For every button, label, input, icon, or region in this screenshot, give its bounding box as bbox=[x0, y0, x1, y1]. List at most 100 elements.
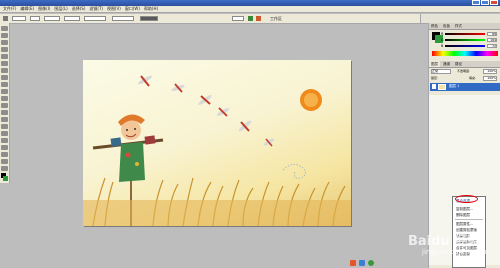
menu-delete-layer[interactable]: 删除图层 bbox=[456, 213, 470, 218]
tab-swatches[interactable]: 色板 bbox=[441, 23, 452, 29]
tray-app-icon[interactable] bbox=[350, 260, 356, 266]
visibility-eye-icon[interactable] bbox=[432, 84, 436, 89]
minimize-button[interactable] bbox=[472, 0, 480, 5]
pen-tool-icon[interactable] bbox=[1, 138, 8, 143]
toolbox bbox=[0, 23, 10, 183]
highlight-annotation bbox=[455, 195, 478, 203]
red-value[interactable]: 88 bbox=[487, 32, 497, 36]
fill-field[interactable]: 100% bbox=[483, 76, 497, 81]
move-tool-icon[interactable] bbox=[1, 26, 8, 31]
menu-edit[interactable]: 编辑(E) bbox=[20, 6, 34, 12]
layer-thumbnail bbox=[438, 84, 446, 90]
option-field[interactable] bbox=[232, 16, 244, 21]
gradient-tool-icon[interactable] bbox=[1, 103, 8, 108]
red-slider[interactable] bbox=[445, 33, 485, 35]
tab-color[interactable]: 颜色 bbox=[429, 23, 440, 29]
notes-tool-icon[interactable] bbox=[1, 152, 8, 157]
dragonfly bbox=[216, 107, 230, 117]
history-brush-icon[interactable] bbox=[1, 89, 8, 94]
taskbar-tray bbox=[350, 258, 374, 268]
blur-tool-icon[interactable] bbox=[1, 110, 8, 115]
dragonfly bbox=[263, 138, 275, 147]
menu-bar: 文件(F) 编辑(E) 图像(I) 图层(L) 选择(S) 滤镜(T) 视图(V… bbox=[0, 6, 500, 13]
option-field[interactable] bbox=[44, 16, 60, 21]
palette-icon[interactable] bbox=[256, 16, 261, 21]
blend-mode-select[interactable]: 正常 bbox=[431, 69, 451, 74]
layer-row[interactable]: 图层 1 bbox=[430, 83, 500, 91]
slice-tool-icon[interactable] bbox=[1, 61, 8, 66]
menu-view[interactable]: 视图(V) bbox=[107, 6, 121, 12]
marquee-tool-icon[interactable] bbox=[1, 33, 8, 38]
blue-slider[interactable] bbox=[445, 45, 485, 47]
tab-paths[interactable]: 路径 bbox=[453, 61, 464, 67]
menu-filter[interactable]: 滤镜(T) bbox=[89, 6, 103, 12]
flight-trail bbox=[282, 164, 306, 179]
hand-tool-icon[interactable] bbox=[1, 166, 8, 171]
menu-layer[interactable]: 图层(L) bbox=[54, 6, 67, 12]
sun-center bbox=[304, 93, 318, 107]
baidu-watermark: Baidu 经验 jingyan.baidu.com bbox=[402, 228, 498, 262]
eraser-tool-icon[interactable] bbox=[1, 96, 8, 101]
green-value[interactable]: 184 bbox=[487, 38, 497, 42]
color-panel-tabs: 颜色 色板 样式 bbox=[429, 23, 500, 30]
watermark-name: Baidu 经验 bbox=[408, 234, 481, 249]
tab-channels[interactable]: 通道 bbox=[441, 61, 452, 67]
menu-file[interactable]: 文件(F) bbox=[3, 6, 16, 12]
slider-r-label: R bbox=[441, 32, 444, 36]
menu-image[interactable]: 图像(I) bbox=[38, 6, 50, 12]
menu-duplicate-layer[interactable]: 复制图层... bbox=[456, 207, 473, 212]
crop-tool-icon[interactable] bbox=[1, 54, 8, 59]
tray-app-icon[interactable] bbox=[368, 260, 374, 266]
tray-app-icon[interactable] bbox=[359, 260, 365, 266]
document-canvas[interactable] bbox=[83, 60, 351, 226]
layer-name: 图层 1 bbox=[449, 84, 460, 88]
color-spectrum-bar[interactable] bbox=[432, 51, 498, 56]
blue-value[interactable]: 72 bbox=[487, 44, 497, 48]
lock-label: 锁定: bbox=[431, 76, 439, 80]
field-ground bbox=[83, 200, 351, 226]
dragonfly bbox=[171, 83, 185, 93]
menu-help[interactable]: 帮助(H) bbox=[144, 6, 158, 12]
option-field[interactable] bbox=[112, 16, 134, 21]
lasso-tool-icon[interactable] bbox=[1, 40, 8, 45]
menu-layer-properties[interactable]: 图层属性... bbox=[456, 222, 473, 227]
dodge-tool-icon[interactable] bbox=[1, 117, 8, 122]
path-select-icon[interactable] bbox=[1, 124, 8, 129]
option-button[interactable] bbox=[140, 16, 158, 21]
opacity-label: 不透明度: bbox=[457, 69, 471, 73]
dragonfly bbox=[198, 95, 212, 105]
brush-tool-icon[interactable] bbox=[1, 75, 8, 80]
opacity-field[interactable]: 100% bbox=[483, 69, 497, 74]
close-button[interactable] bbox=[490, 0, 498, 5]
layers-panel-tabs: 图层 通道 路径 bbox=[429, 61, 500, 68]
scarecrow-illustration bbox=[83, 75, 351, 226]
watermark-url: jingyan.baidu.com bbox=[422, 248, 487, 256]
option-field[interactable] bbox=[30, 16, 40, 21]
option-field[interactable] bbox=[84, 16, 106, 21]
tab-layers[interactable]: 图层 bbox=[429, 61, 440, 67]
palette-well bbox=[420, 14, 500, 23]
background-color-swatch[interactable] bbox=[3, 176, 8, 181]
dragonfly bbox=[238, 120, 252, 132]
shape-tool-icon[interactable] bbox=[1, 145, 8, 150]
scarecrow-body bbox=[119, 142, 145, 182]
slider-b-label: B bbox=[441, 44, 444, 48]
workspace-button[interactable]: 工作区 bbox=[270, 16, 282, 21]
slider-g-label: G bbox=[441, 38, 444, 42]
tab-styles[interactable]: 样式 bbox=[453, 23, 464, 29]
healing-brush-icon[interactable] bbox=[1, 68, 8, 73]
eyedropper-tool-icon[interactable] bbox=[1, 159, 8, 164]
tool-preset-icon[interactable] bbox=[3, 16, 8, 21]
green-slider[interactable] bbox=[445, 39, 485, 41]
menu-select[interactable]: 选择(S) bbox=[72, 6, 86, 12]
maximize-button[interactable] bbox=[481, 0, 489, 5]
type-tool-icon[interactable] bbox=[1, 131, 8, 136]
dragonfly bbox=[138, 75, 152, 87]
fill-label: 填充: bbox=[469, 76, 477, 80]
magic-wand-tool-icon[interactable] bbox=[1, 47, 8, 52]
menu-window[interactable]: 窗口(W) bbox=[125, 6, 140, 12]
option-field[interactable] bbox=[64, 16, 80, 21]
option-field[interactable] bbox=[12, 16, 26, 21]
go-to-bridge-icon[interactable] bbox=[248, 16, 253, 21]
clone-stamp-icon[interactable] bbox=[1, 82, 8, 87]
